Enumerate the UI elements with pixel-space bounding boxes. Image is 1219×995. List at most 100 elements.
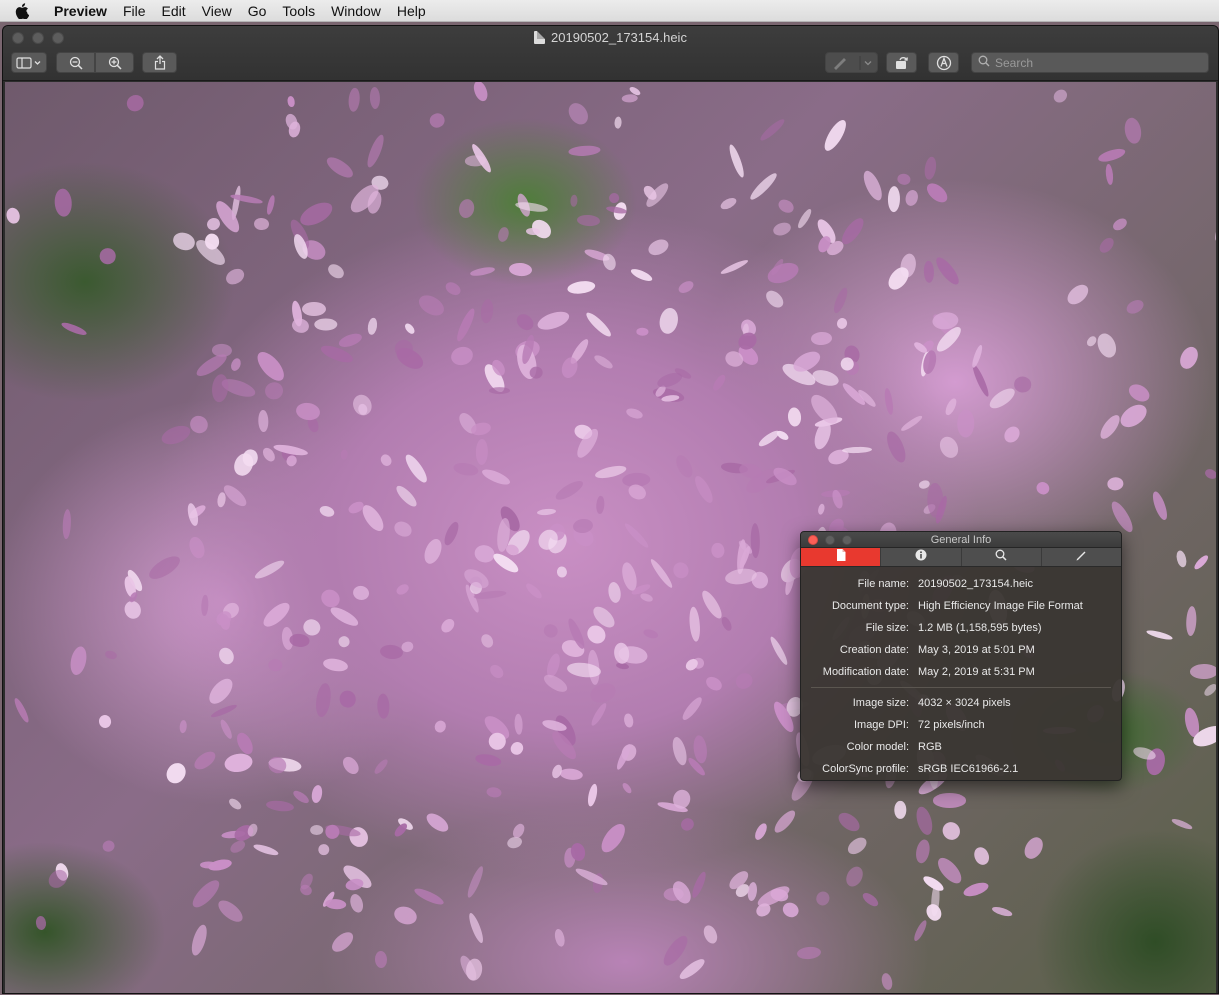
photo-blossom — [252, 557, 287, 582]
info-row-document-type: Document type: High Efficiency Image Fil… — [801, 595, 1121, 617]
photo-blossom — [624, 406, 644, 421]
search-icon — [978, 55, 990, 70]
photo-blossom — [451, 460, 479, 477]
photo-blossom — [648, 556, 676, 590]
photo-blossom — [1212, 207, 1216, 243]
zoom-out-button[interactable] — [56, 52, 95, 73]
photo-blossom — [228, 356, 243, 373]
photo-blossom — [703, 673, 725, 694]
photo-blossom — [294, 401, 321, 423]
photo-blossom — [402, 451, 430, 485]
photo-blossom — [372, 756, 390, 776]
photo-blossom — [680, 694, 705, 723]
photo-blossom — [541, 671, 571, 696]
photo-blossom — [923, 261, 935, 284]
photo-blossom — [1192, 553, 1211, 572]
info-panel-close-button[interactable] — [808, 535, 818, 545]
photo-blossom — [882, 387, 895, 416]
photo-blossom — [363, 132, 387, 170]
share-button[interactable] — [142, 52, 177, 73]
photo-blossom — [122, 599, 144, 622]
info-panel-titlebar[interactable]: General Info — [801, 532, 1121, 548]
photo-blossom — [726, 143, 747, 180]
photo-blossom — [496, 225, 510, 243]
photo-blossom — [537, 507, 557, 516]
photo-blossom — [327, 604, 360, 629]
search-field[interactable] — [971, 52, 1209, 73]
photo-blossom — [309, 825, 323, 836]
markup-toolbar-button[interactable] — [928, 52, 959, 73]
photo-blossom — [894, 801, 906, 820]
photo-blossom — [349, 392, 375, 419]
photo-blossom — [986, 385, 1018, 413]
photo-blossom — [596, 495, 605, 515]
info-row-image-dpi: Image DPI: 72 pixels/inch — [801, 714, 1121, 736]
photo-blossom — [291, 788, 311, 806]
sidebar-icon — [16, 56, 42, 69]
menu-tools[interactable]: Tools — [274, 0, 323, 22]
photo-blossom — [1116, 400, 1151, 432]
sidebar-toggle-button[interactable] — [11, 52, 47, 73]
photo-blossom — [253, 217, 270, 231]
markup-pen-button[interactable] — [825, 52, 878, 73]
menu-help[interactable]: Help — [389, 0, 434, 22]
tab-general[interactable] — [801, 548, 882, 566]
photo-blossom — [673, 452, 696, 481]
photo-blossom — [937, 433, 963, 462]
tab-more-info[interactable] — [881, 548, 962, 566]
tab-annotations[interactable] — [1041, 548, 1121, 566]
photo-blossom — [711, 373, 728, 394]
photo-blossom — [67, 644, 89, 677]
photo-blossom — [1125, 380, 1153, 405]
photo-blossom — [1084, 333, 1098, 348]
menu-edit[interactable]: Edit — [154, 0, 194, 22]
photo-blossom — [485, 786, 502, 799]
photo-blossom — [752, 821, 770, 842]
photo-blossom — [210, 702, 239, 720]
photo-blossom — [1150, 489, 1170, 522]
photo-blossom — [403, 321, 417, 336]
photo-blossom — [199, 861, 217, 869]
photo-blossom — [395, 581, 411, 596]
markup-pen-icon — [830, 55, 874, 70]
photo-blossom — [1175, 549, 1189, 568]
photo-blossom — [698, 588, 725, 621]
photo-blossom — [257, 409, 269, 433]
photo-blossom — [583, 310, 614, 340]
photo-blossom — [377, 693, 391, 719]
info-value: 20190502_173154.heic — [918, 578, 1034, 590]
menu-window[interactable]: Window — [323, 0, 389, 22]
photo-blossom — [573, 866, 610, 889]
photo-blossom — [956, 409, 975, 438]
menu-file[interactable]: File — [115, 0, 154, 22]
document-proxy-icon[interactable] — [534, 31, 546, 44]
photo-blossom — [659, 933, 691, 970]
menu-go[interactable]: Go — [240, 0, 275, 22]
window-title: 20190502_173154.heic — [3, 30, 1218, 45]
photo-blossom — [374, 950, 388, 969]
photo-blossom — [347, 86, 361, 113]
photo-blossom — [690, 870, 709, 899]
photo-blossom — [514, 200, 549, 214]
photo-blossom — [838, 215, 868, 249]
info-row-image-size: Image size: 4032 × 3024 pixels — [801, 692, 1121, 714]
apple-menu-icon[interactable] — [0, 2, 44, 19]
rotate-icon — [894, 56, 910, 70]
photo-blossom — [553, 478, 586, 504]
photo-blossom — [378, 643, 404, 661]
tab-keywords[interactable] — [961, 548, 1042, 566]
photo-blossom — [880, 971, 895, 991]
search-input[interactable] — [995, 55, 1195, 70]
zoom-in-button[interactable] — [95, 52, 134, 73]
menu-view[interactable]: View — [194, 0, 240, 22]
photo-blossom — [1001, 423, 1023, 446]
photo-blossom — [1108, 498, 1137, 535]
menu-app-preview[interactable]: Preview — [44, 0, 115, 22]
photo-blossom — [453, 307, 478, 344]
photo-blossom — [933, 793, 967, 808]
photo-blossom — [887, 186, 901, 213]
photo-blossom — [145, 552, 184, 584]
rotate-button[interactable] — [886, 52, 917, 73]
photo-blossom — [210, 372, 230, 403]
photo-blossom — [336, 331, 364, 350]
